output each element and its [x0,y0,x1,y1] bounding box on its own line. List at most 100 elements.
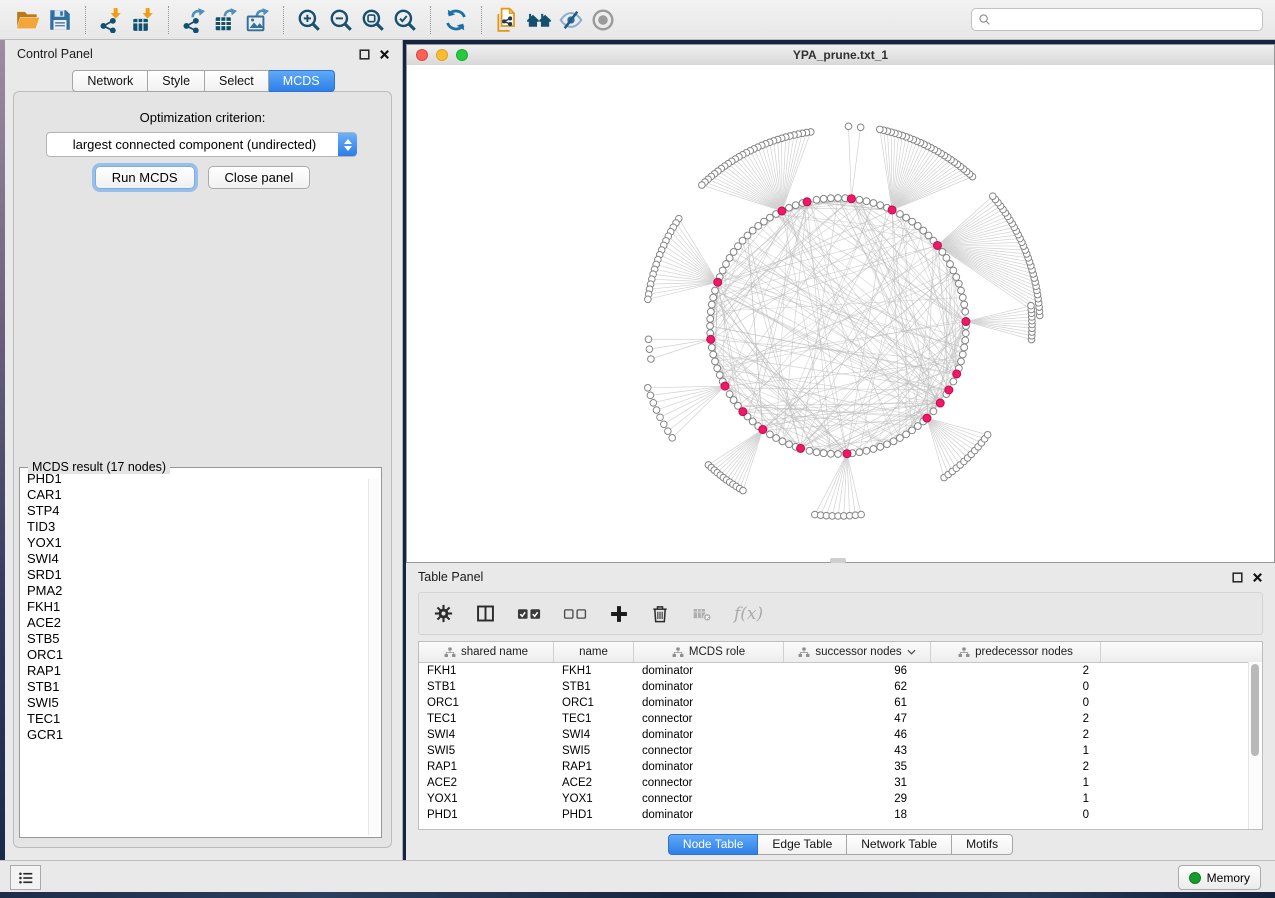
refresh-view-icon[interactable] [440,4,472,36]
result-node[interactable]: CAR1 [27,487,367,503]
column-header-successor-nodes[interactable]: successor nodes [784,642,931,662]
cell-MCDS-role[interactable]: connector [634,713,784,725]
cell-predecessor-nodes[interactable]: 1 [931,745,1101,757]
cell-predecessor-nodes[interactable]: 2 [931,713,1101,725]
table-row[interactable]: ACE2ACE2connector311 [419,775,1262,791]
tab-node-table[interactable]: Node Table [668,834,759,855]
cell-shared-name[interactable]: STB1 [419,681,554,693]
task-history-button[interactable] [10,865,41,890]
cell-shared-name[interactable]: ACE2 [419,777,554,789]
import-network-icon[interactable] [95,4,127,36]
cell-shared-name[interactable]: PHD1 [419,809,554,821]
result-node[interactable]: SWI4 [27,551,367,567]
column-header-MCDS-role[interactable]: MCDS role [634,642,784,662]
result-node[interactable]: PMA2 [27,583,367,599]
tab-select[interactable]: Select [205,70,269,92]
cell-name[interactable]: FKH1 [554,665,634,677]
column-header-shared-name[interactable]: shared name [419,642,554,662]
zoom-in-icon[interactable] [293,4,325,36]
cell-MCDS-role[interactable]: dominator [634,697,784,709]
cell-predecessor-nodes[interactable]: 2 [931,665,1101,677]
cell-MCDS-role[interactable]: dominator [634,665,784,677]
close-panel-icon[interactable] [379,49,390,60]
cell-name[interactable]: SWI5 [554,745,634,757]
tab-mcds[interactable]: MCDS [269,70,335,92]
clone-network-icon[interactable] [491,4,523,36]
run-mcds-button[interactable]: Run MCDS [95,166,195,189]
cell-name[interactable]: YOX1 [554,793,634,805]
export-table-icon[interactable] [210,4,242,36]
cell-successor-nodes[interactable]: 18 [784,809,931,821]
cell-predecessor-nodes[interactable]: 2 [931,761,1101,773]
table-row[interactable]: ORC1ORC1dominator610 [419,695,1262,711]
result-node[interactable]: ORC1 [27,647,367,663]
open-session-icon[interactable] [12,4,44,36]
export-image-icon[interactable] [242,4,274,36]
result-node[interactable]: ACE2 [27,615,367,631]
scrollbar-thumb[interactable] [1251,664,1259,756]
show-all-icon[interactable] [587,4,619,36]
result-node[interactable]: SWI5 [27,695,367,711]
result-node[interactable]: STB5 [27,631,367,647]
cell-successor-nodes[interactable]: 62 [784,681,931,693]
zoom-out-icon[interactable] [325,4,357,36]
criterion-select[interactable]: largest connected component (undirected) [46,132,357,157]
zoom-fit-icon[interactable] [357,4,389,36]
settings-gear-icon[interactable] [433,603,454,624]
close-panel-icon[interactable] [1252,572,1263,583]
import-table-icon[interactable] [127,4,159,36]
cell-successor-nodes[interactable]: 61 [784,697,931,709]
table-row[interactable]: FKH1FKH1dominator962 [419,663,1262,679]
cell-successor-nodes[interactable]: 31 [784,777,931,789]
tab-network[interactable]: Network [72,70,148,92]
table-row[interactable]: YOX1YOX1connector291 [419,791,1262,807]
result-node[interactable]: TID3 [27,519,367,535]
cell-MCDS-role[interactable]: dominator [634,729,784,741]
cell-name[interactable]: RAP1 [554,761,634,773]
result-node[interactable]: GCR1 [27,727,367,743]
cell-predecessor-nodes[interactable]: 1 [931,793,1101,805]
show-columns-icon[interactable] [475,603,496,624]
float-panel-icon[interactable] [359,49,370,60]
cell-successor-nodes[interactable]: 47 [784,713,931,725]
table-scrollbar[interactable] [1248,662,1262,829]
search-input[interactable] [996,12,1256,28]
float-panel-icon[interactable] [1232,572,1243,583]
table-row[interactable]: PHD1PHD1dominator180 [419,807,1262,823]
memory-button[interactable]: Memory [1178,865,1261,890]
table-row[interactable]: SWI5SWI5connector431 [419,743,1262,759]
cell-shared-name[interactable]: TEC1 [419,713,554,725]
cell-name[interactable]: STB1 [554,681,634,693]
cell-name[interactable]: PHD1 [554,809,634,821]
zoom-selected-icon[interactable] [389,4,421,36]
select-all-checkboxes-icon[interactable] [517,605,542,623]
network-canvas[interactable] [407,65,1274,562]
table-row[interactable]: RAP1RAP1dominator352 [419,759,1262,775]
result-node[interactable]: RAP1 [27,663,367,679]
result-node[interactable]: TEC1 [27,711,367,727]
result-node[interactable]: YOX1 [27,535,367,551]
result-node[interactable]: PHD1 [27,471,367,487]
result-node[interactable]: STP4 [27,503,367,519]
cell-name[interactable]: SWI4 [554,729,634,741]
table-row[interactable]: TEC1TEC1connector472 [419,711,1262,727]
result-node[interactable]: FKH1 [27,599,367,615]
cell-MCDS-role[interactable]: connector [634,777,784,789]
deselect-all-checkboxes-icon[interactable] [563,605,588,623]
tab-edge-table[interactable]: Edge Table [758,834,847,855]
table-row[interactable]: STB1STB1dominator620 [419,679,1262,695]
cell-successor-nodes[interactable]: 43 [784,745,931,757]
close-panel-button[interactable]: Close panel [208,166,311,189]
export-network-icon[interactable] [178,4,210,36]
cell-shared-name[interactable]: SWI4 [419,729,554,741]
cell-MCDS-role[interactable]: connector [634,793,784,805]
result-node[interactable]: SRD1 [27,567,367,583]
table-row[interactable]: SWI4SWI4dominator462 [419,727,1262,743]
cell-shared-name[interactable]: ORC1 [419,697,554,709]
cell-name[interactable]: TEC1 [554,713,634,725]
search-field[interactable] [971,8,1263,31]
cell-shared-name[interactable]: FKH1 [419,665,554,677]
cell-successor-nodes[interactable]: 96 [784,665,931,677]
cell-shared-name[interactable]: SWI5 [419,745,554,757]
tab-network-table[interactable]: Network Table [847,834,952,855]
